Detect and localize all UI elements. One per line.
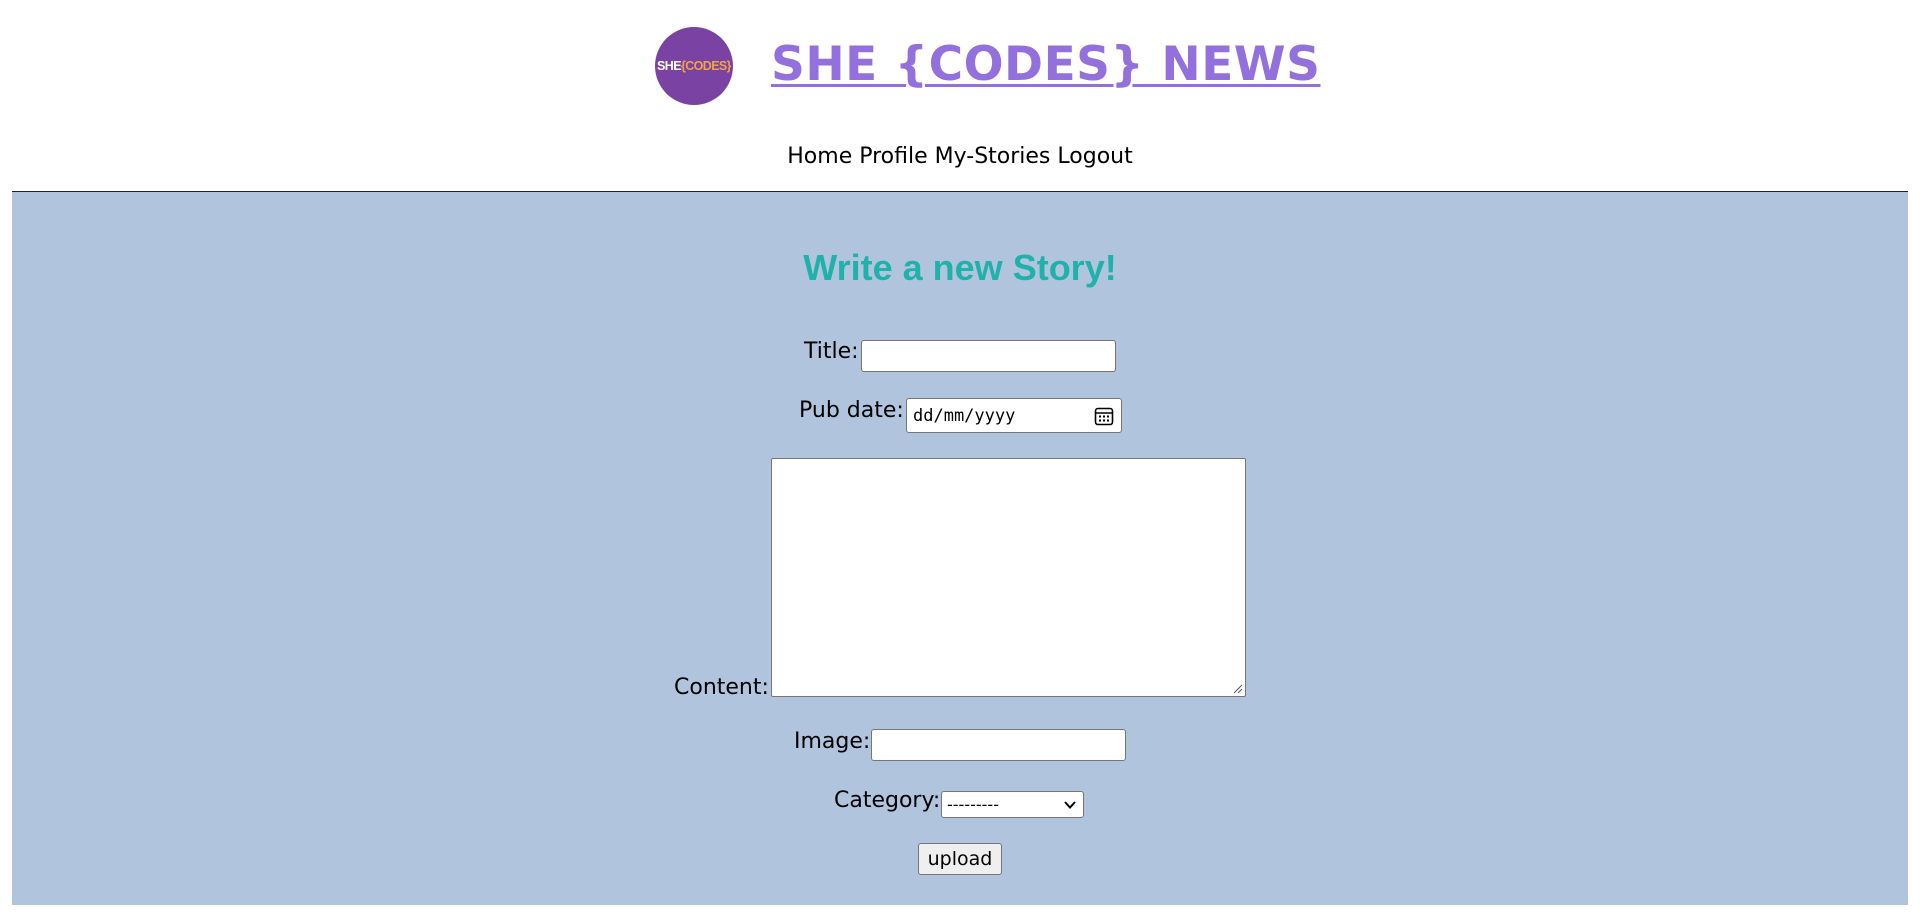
nav-profile-link[interactable]: Profile [859,144,927,169]
logo-text-codes: {CODES} [680,59,732,73]
nav-logout-link[interactable]: Logout [1057,144,1132,169]
logo-text-she: SHE [657,59,682,73]
resize-grip-icon[interactable] [1231,682,1243,694]
pub-date-label: Pub date: [799,398,904,423]
site-header: SHE {CODES} SHE {CODES} NEWS Home Profile… [0,0,1920,192]
page-heading: Write a new Story! [803,247,1117,288]
site-title-link[interactable]: SHE {CODES} NEWS [771,34,1321,96]
content-textarea[interactable] [771,458,1246,697]
nav-my-stories-link[interactable]: My-Stories [935,144,1051,169]
upload-button[interactable]: upload [918,843,1002,875]
she-codes-logo: SHE {CODES} [655,27,733,105]
chevron-down-icon [1064,801,1076,809]
new-story-panel: Write a new Story! Title: Pub date: dd/m… [12,192,1908,905]
calendar-icon[interactable] [1094,406,1114,426]
title-input[interactable] [861,340,1116,372]
pub-date-placeholder: dd/mm/yyyy [913,406,1016,426]
main-nav: Home Profile My-Stories Logout [0,142,1920,172]
image-label: Image: [794,729,871,754]
category-selected-value: --------- [947,795,999,814]
content-label: Content: [674,675,769,700]
image-input[interactable] [871,729,1126,761]
category-select[interactable]: --------- [941,791,1084,818]
category-label: Category: [834,788,941,813]
title-label: Title: [804,339,859,364]
nav-home-link[interactable]: Home [787,144,852,169]
pub-date-input[interactable]: dd/mm/yyyy [906,398,1122,433]
